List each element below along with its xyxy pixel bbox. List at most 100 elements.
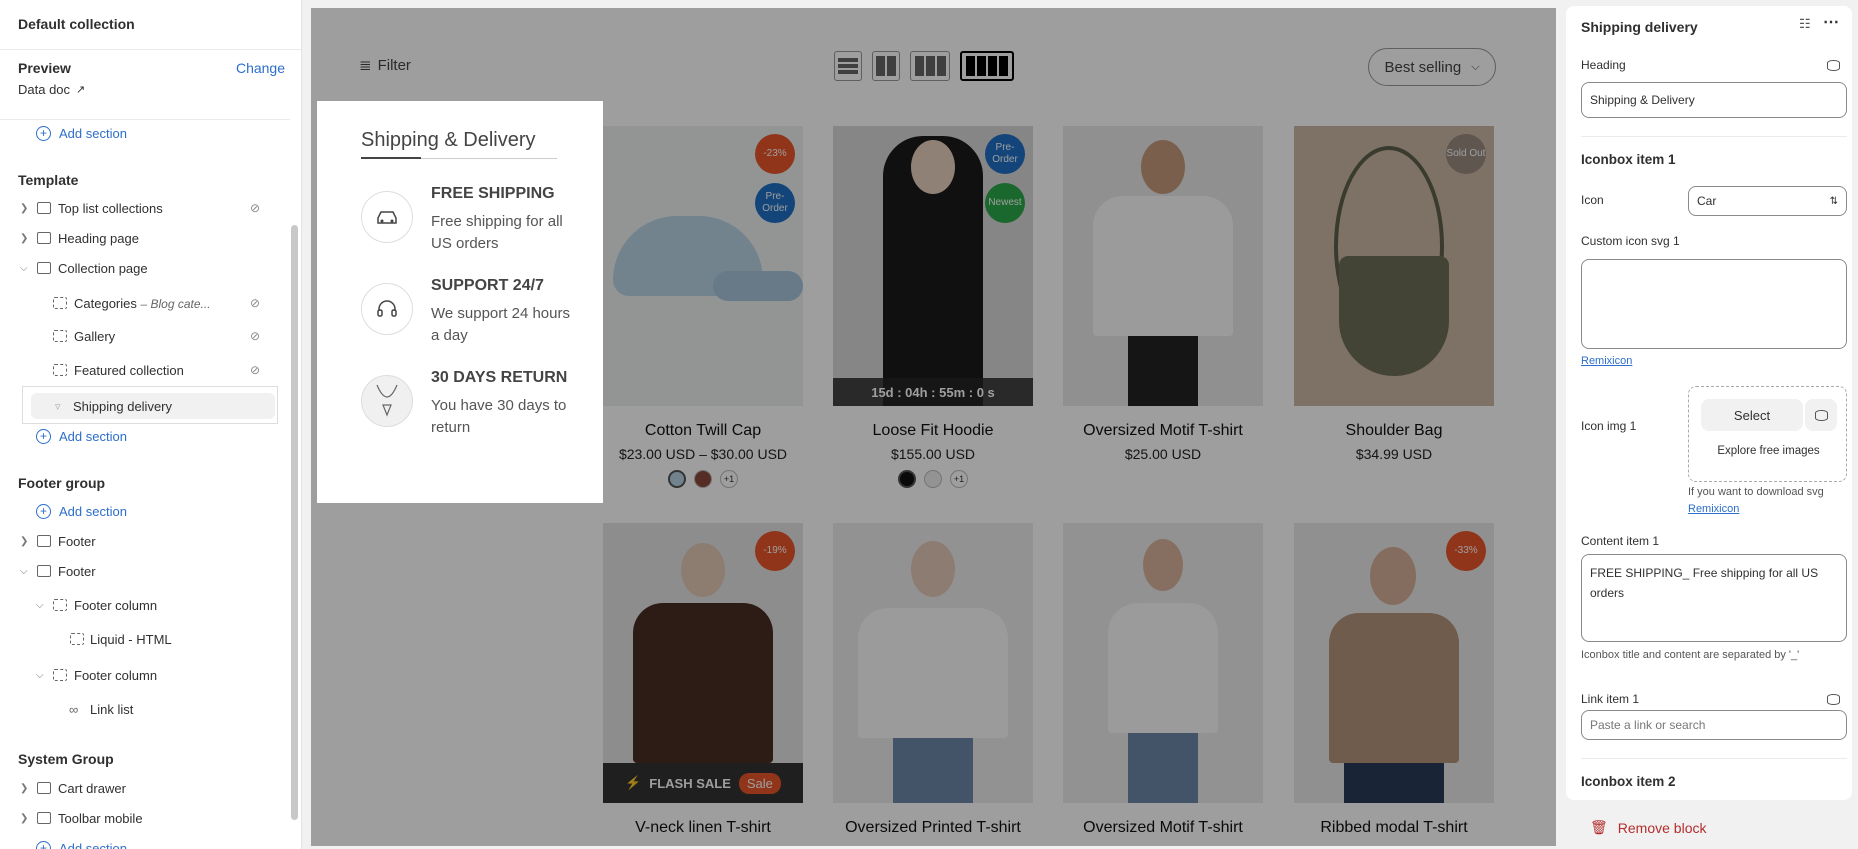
sidebar-item-featured-collection[interactable]: Featured collection ⊘ <box>0 355 290 385</box>
sidebar-item-categories[interactable]: Categories – Blog cate... ⊘ <box>0 288 290 318</box>
filter-label: Filter <box>377 56 411 74</box>
sidebar-item-liquid-html[interactable]: Liquid - HTML <box>0 624 290 654</box>
product-title[interactable]: Cotton Twill Cap <box>603 422 803 440</box>
product-card[interactable]: -19% ⚡ FLASH SALE Sale V-neck linen T-sh… <box>603 523 803 836</box>
dynamic-source-icon[interactable] <box>1827 60 1840 71</box>
product-image[interactable]: -23% Pre-Order <box>603 126 803 406</box>
eye-hidden-icon[interactable]: ⊘ <box>250 363 260 377</box>
product-card[interactable]: Oversized Motif T-shirt $25.00 USD <box>1063 126 1263 462</box>
filter-button[interactable]: ≣ Filter <box>359 56 411 75</box>
sidebar-item-top-list-collections[interactable]: ❯ Top list collections ⊘ <box>0 193 290 223</box>
chevron-right-icon[interactable]: ❯ <box>20 233 30 244</box>
chevron-right-icon[interactable]: ❯ <box>20 813 30 824</box>
block-icon <box>53 669 67 681</box>
preview-doc-link[interactable]: Data doc ↗ <box>18 82 283 97</box>
remove-block-button[interactable]: 🗑 Remove block <box>1590 819 1706 836</box>
grid-3-view-icon[interactable] <box>910 51 950 81</box>
product-price: $34.99 USD <box>1355 446 1433 462</box>
list-view-icon[interactable] <box>834 51 862 81</box>
sidebar-item-footer[interactable]: ⌵ Footer <box>0 556 290 586</box>
product-title[interactable]: Shoulder Bag <box>1294 422 1494 440</box>
more-icon[interactable]: ⋯ <box>1823 12 1839 32</box>
newest-badge: Newest <box>985 183 1025 223</box>
sidebar-scrollbar[interactable] <box>291 225 298 820</box>
swatch[interactable] <box>898 470 916 488</box>
add-section-button[interactable]: + Add section <box>0 497 127 525</box>
panel-title: Shipping delivery <box>1581 19 1698 35</box>
grid-2-view-icon[interactable] <box>872 51 900 81</box>
select-image-button[interactable]: Select <box>1701 399 1803 431</box>
change-preview-link[interactable]: Change <box>236 60 285 76</box>
dynamic-source-button[interactable] <box>1805 399 1837 431</box>
product-image[interactable]: Pre-Order Newest 15d : 04h : 55m : 0 s <box>833 126 1033 406</box>
add-section-button[interactable]: + Add section <box>0 422 127 450</box>
dynamic-source-icon[interactable] <box>1827 694 1840 705</box>
add-section-button[interactable]: + Add section <box>0 119 127 147</box>
product-image[interactable]: Sold Out <box>1294 126 1494 406</box>
product-card[interactable]: Oversized Motif T-shirt <box>1063 523 1263 836</box>
remixicon-link[interactable]: Remixicon <box>1688 503 1739 515</box>
shipping-delivery-section[interactable]: Shipping & Delivery FREE SHIPPING Free s… <box>317 101 603 503</box>
sidebar-item-toolbar-mobile[interactable]: ❯ Toolbar mobile <box>0 803 290 833</box>
sidebar-item-cart-drawer[interactable]: ❯ Cart drawer <box>0 773 290 803</box>
icon-select[interactable]: Car ⇅ <box>1688 186 1847 216</box>
sidebar-item-heading-page[interactable]: ❯ Heading page <box>0 223 290 253</box>
chevron-down-icon[interactable]: ⌵ <box>36 670 46 681</box>
chevron-right-icon[interactable]: ❯ <box>20 203 30 214</box>
section-heading: Shipping & Delivery <box>361 129 536 151</box>
swatch[interactable] <box>694 470 712 488</box>
database-icon[interactable]: ☷ <box>1799 16 1811 32</box>
custom-icon-textarea[interactable] <box>1581 259 1847 349</box>
eye-hidden-icon[interactable]: ⊘ <box>250 329 260 343</box>
heading-underline <box>361 157 421 159</box>
product-image[interactable]: -19% ⚡ FLASH SALE Sale <box>603 523 803 803</box>
product-image[interactable] <box>833 523 1033 803</box>
sidebar-item-collection-page[interactable]: ⌵ Collection page <box>0 253 290 283</box>
product-title[interactable]: Oversized Printed T-shirt <box>833 819 1033 837</box>
product-image[interactable]: -33% <box>1294 523 1494 803</box>
sidebar-item-shipping-delivery[interactable]: ▿ Shipping delivery <box>18 382 282 428</box>
iconbox-item-2-title: Iconbox item 2 <box>1581 774 1676 789</box>
product-card[interactable]: Oversized Printed T-shirt <box>833 523 1033 836</box>
heading-input[interactable]: Shipping & Delivery <box>1581 82 1847 118</box>
eye-hidden-icon[interactable]: ⊘ <box>250 296 260 310</box>
swatch[interactable] <box>924 470 942 488</box>
sidebar-item-footer-column[interactable]: ⌵ Footer column <box>0 590 290 620</box>
eye-hidden-icon[interactable]: ⊘ <box>250 201 260 215</box>
chevron-down-icon[interactable]: ⌵ <box>20 566 30 577</box>
sidebar-item-label: Gallery <box>74 328 116 344</box>
product-card[interactable]: Sold Out Shoulder Bag $34.99 USD <box>1294 126 1494 462</box>
chevron-right-icon[interactable]: ❯ <box>20 536 30 547</box>
product-price: $155.00 USD <box>890 446 976 462</box>
more-swatches[interactable]: +1 <box>950 470 968 488</box>
product-card[interactable]: -33% Ribbed modal T-shirt <box>1294 523 1494 836</box>
content-textarea[interactable]: FREE SHIPPING_ Free shipping for all US … <box>1581 554 1847 642</box>
sidebar-item-footer[interactable]: ❯ Footer <box>0 526 290 556</box>
link-input[interactable]: Paste a link or search <box>1581 710 1847 740</box>
product-card[interactable]: Pre-Order Newest 15d : 04h : 55m : 0 s L… <box>833 126 1033 488</box>
sidebar-item-gallery[interactable]: Gallery ⊘ <box>0 321 290 351</box>
remixicon-link[interactable]: Remixicon <box>1581 355 1632 367</box>
add-section-button[interactable]: + Add section <box>0 834 127 849</box>
product-title[interactable]: Loose Fit Hoodie <box>833 422 1033 440</box>
sort-select[interactable]: Best selling ⌵ <box>1368 48 1496 86</box>
link-label: Link item 1 <box>1581 692 1640 706</box>
sold-out-badge: Sold Out <box>1446 134 1486 174</box>
sidebar-item-footer-column[interactable]: ⌵ Footer column <box>0 660 290 690</box>
product-title[interactable]: Ribbed modal T-shirt <box>1294 819 1494 837</box>
grid-4-view-icon[interactable] <box>960 51 1014 81</box>
product-title[interactable]: Oversized Motif T-shirt <box>1063 422 1263 440</box>
chevron-down-icon[interactable]: ⌵ <box>20 263 30 274</box>
product-title[interactable]: Oversized Motif T-shirt <box>1063 819 1263 837</box>
product-image[interactable] <box>1063 126 1263 406</box>
sidebar-item-link-list[interactable]: ∞ Link list <box>0 694 290 724</box>
product-title[interactable]: V-neck linen T-shirt <box>603 819 803 837</box>
chevron-right-icon[interactable]: ❯ <box>20 783 30 794</box>
product-image[interactable] <box>1063 523 1263 803</box>
more-swatches[interactable]: +1 <box>720 470 738 488</box>
chevron-down-icon[interactable]: ⌵ <box>36 600 46 611</box>
explore-images-link[interactable]: Explore free images <box>1689 445 1848 457</box>
product-card[interactable]: -23% Pre-Order Cotton Twill Cap $23.00 U… <box>603 126 803 488</box>
swatch[interactable] <box>668 470 686 488</box>
iconbox-item-1-title: Iconbox item 1 <box>1581 152 1676 167</box>
